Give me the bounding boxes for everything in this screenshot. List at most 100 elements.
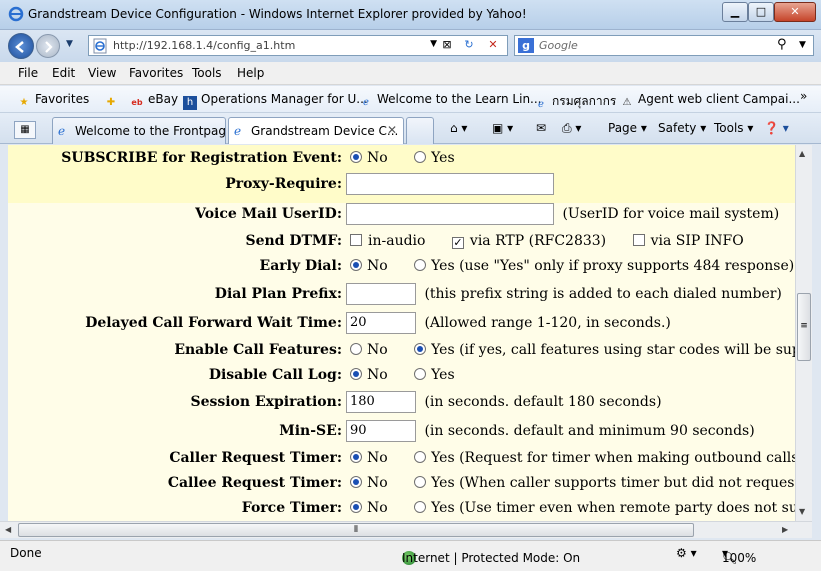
ebay-icon: eb — [131, 98, 143, 107]
ie-page-icon: ℯ — [363, 97, 369, 108]
refresh-icon[interactable]: ↻ — [459, 38, 479, 54]
favorites-bar: ★ Favorites ✚ eb eBay h Operations Manager … — [0, 86, 821, 113]
fav-customs[interactable]: ℯ กรมศุลกากร — [534, 92, 616, 112]
scroll-left-icon[interactable]: ◀ — [5, 525, 11, 534]
menu-edit[interactable]: Edit — [52, 66, 75, 80]
session-expiration-label: Session Expiration: — [190, 394, 342, 410]
early-dial-label: Early Dial: — [259, 258, 342, 274]
vertical-scrollbar[interactable]: ▲ ≡ ▼ — [795, 145, 812, 521]
caller-timer-yes-radio[interactable] — [414, 451, 427, 463]
search-input[interactable]: Google — [539, 39, 578, 52]
address-dropdown-icon[interactable]: ▼ — [430, 39, 437, 49]
voicemail-input[interactable] — [346, 203, 554, 225]
menu-tools[interactable]: Tools — [192, 66, 222, 80]
scroll-down-icon[interactable]: ▼ — [799, 507, 805, 516]
back-button[interactable] — [8, 33, 34, 59]
force-timer-yes-radio[interactable] — [414, 501, 427, 513]
compatibility-icon[interactable]: ⊠ — [437, 38, 457, 54]
horizontal-scroll-thumb[interactable]: ⦀ — [18, 523, 694, 537]
quick-tabs-icon[interactable]: ▦ — [14, 121, 36, 139]
menu-file[interactable]: File — [18, 66, 38, 80]
search-options-icon[interactable]: ▼ — [799, 40, 806, 50]
call-features-yes-radio[interactable] — [414, 343, 427, 355]
print-icon[interactable]: ⎙ ▾ — [562, 121, 581, 136]
caller-timer-no-radio[interactable] — [350, 451, 362, 463]
close-button[interactable]: ✕ — [774, 2, 816, 22]
menu-bar: File Edit View Favorites Tools Help — [0, 62, 821, 85]
fav-learn-link[interactable]: ℯ Welcome to the Learn Lin... — [359, 92, 541, 110]
forward-button[interactable] — [36, 34, 60, 58]
send-dtmf-label: Send DTMF: — [245, 233, 342, 249]
dtmf-sip-info-checkbox[interactable] — [632, 234, 645, 246]
zoom-control[interactable]: 🔍︎ 100% ▾ — [722, 546, 756, 565]
scroll-right-icon[interactable]: ▶ — [782, 525, 788, 534]
dial-plan-prefix-label: Dial Plan Prefix: — [214, 286, 342, 302]
dtmf-in-audio-checkbox[interactable] — [350, 234, 362, 246]
delayed-cf-input[interactable]: 20 — [346, 312, 416, 334]
forward-arrow-icon — [45, 41, 53, 53]
favorites-more-button[interactable]: » — [800, 89, 807, 103]
force-timer-no-radio[interactable] — [350, 501, 362, 513]
menu-help[interactable]: Help — [237, 66, 264, 80]
search-icon[interactable]: ⚲ — [777, 37, 787, 52]
subscribe-label: SUBSCRIBE for Registration Event: — [61, 150, 342, 166]
favorites-button[interactable]: ★ Favorites — [17, 92, 90, 110]
subscribe-no-radio[interactable] — [350, 151, 362, 163]
dial-plan-prefix-input[interactable] — [346, 283, 416, 305]
fav-agent-web-client[interactable]: ⚠ Agent web client Campai... — [620, 92, 800, 110]
force-timer-label: Force Timer: — [241, 500, 342, 516]
address-bar[interactable]: http://192.168.1.4/config_a1.htm ▼ ⊠ ↻ ✕ — [88, 35, 508, 56]
call-log-no-radio[interactable] — [350, 368, 362, 380]
minimize-button[interactable]: ▁ — [722, 2, 748, 22]
horizontal-scrollbar[interactable]: ◀ ⦀ ▶ — [0, 521, 812, 538]
tools-menu[interactable]: Tools ▾ — [714, 121, 753, 135]
delayed-cf-label: Delayed Call Forward Wait Time: — [85, 315, 342, 331]
search-box[interactable]: g Google ⚲ ▼ — [514, 35, 814, 56]
close-tab-icon[interactable]: ✕ — [387, 123, 397, 137]
vertical-scroll-thumb[interactable]: ≡ — [797, 293, 811, 361]
status-text: Done — [10, 546, 42, 560]
feeds-icon[interactable]: ▣ ▾ — [492, 121, 513, 135]
maximize-button[interactable]: □ — [748, 2, 774, 22]
subscribe-yes-radio[interactable] — [414, 151, 427, 163]
menu-favorites[interactable]: Favorites — [129, 66, 183, 80]
call-features-no-radio[interactable] — [350, 343, 362, 355]
early-dial-no-radio[interactable] — [350, 259, 362, 271]
history-dropdown-icon[interactable]: ▼ — [66, 39, 73, 49]
dtmf-rtp-checkbox[interactable]: ✓ — [451, 237, 464, 249]
callee-timer-label: Callee Request Timer: — [167, 475, 342, 491]
fav-operations-manager[interactable]: h Operations Manager for U... — [183, 92, 368, 110]
voicemail-label: Voice Mail UserID: — [195, 206, 342, 222]
add-favorite-icon[interactable]: ✚ — [104, 92, 122, 110]
proxy-require-input[interactable] — [346, 173, 554, 195]
help-icon[interactable]: ❓ ▾ — [764, 121, 789, 135]
callee-timer-no-radio[interactable] — [350, 476, 362, 488]
page-menu[interactable]: Page ▾ — [608, 121, 647, 135]
mail-icon[interactable]: ✉ — [536, 121, 546, 135]
session-expiration-input[interactable]: 180 — [346, 391, 416, 413]
google-icon: g — [518, 38, 534, 53]
home-icon[interactable]: ⌂ ▾ — [450, 121, 467, 135]
ie-page-icon: ℯ — [538, 99, 544, 110]
callee-timer-yes-radio[interactable] — [414, 476, 427, 488]
subscribe-options: No Yes — [346, 150, 473, 166]
back-arrow-icon — [15, 41, 24, 53]
scroll-up-icon[interactable]: ▲ — [799, 149, 805, 158]
caller-timer-label: Caller Request Timer: — [169, 450, 342, 466]
address-row: ▼ http://192.168.1.4/config_a1.htm ▼ ⊠ ↻… — [0, 30, 821, 62]
min-se-input[interactable]: 90 — [346, 420, 416, 442]
call-log-yes-radio[interactable] — [414, 368, 427, 380]
tab-grandstream[interactable]: ℯ Grandstream Device C... ✕ — [228, 117, 404, 144]
early-dial-yes-radio[interactable] — [414, 259, 427, 271]
agent-icon: ⚠ — [622, 97, 632, 108]
tab-bar: ▦ ℯ Welcome to the Frontpage ℯ Grandstre… — [0, 113, 821, 144]
new-tab-button[interactable] — [406, 117, 434, 144]
fav-ebay[interactable]: eb eBay — [130, 92, 178, 110]
tab-frontpage[interactable]: ℯ Welcome to the Frontpage — [52, 117, 226, 144]
stop-icon[interactable]: ✕ — [483, 38, 503, 54]
safety-menu[interactable]: Safety ▾ — [658, 121, 706, 135]
min-se-label: Min-SE: — [279, 423, 342, 439]
protected-mode-icon[interactable]: ⚙ ▾ — [676, 546, 697, 560]
url-text[interactable]: http://192.168.1.4/config_a1.htm — [113, 39, 295, 52]
menu-view[interactable]: View — [88, 66, 116, 80]
